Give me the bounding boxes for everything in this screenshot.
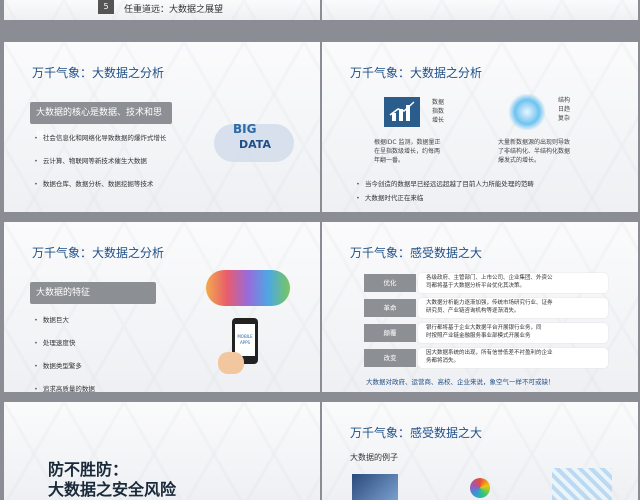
row-text: 大数据分析能力逐渐加强，传统市场研究行业、证券 研究员、产业链咨询机构等逐渐消失。 bbox=[418, 298, 608, 318]
example-image-3 bbox=[552, 468, 612, 500]
idc-text: 根据IDC 监测，数据量正 在呈指数级增长，约每两 年翻一番。 bbox=[374, 139, 441, 164]
icon-words: 结构 日趋 复杂 bbox=[558, 97, 571, 122]
bullet-item: 追求高质量的数据 bbox=[34, 383, 95, 392]
core-bar: 大数据的核心是数据、技术和思维： bbox=[30, 102, 172, 140]
slide-title: 万千气象：大数据之分析 bbox=[350, 66, 483, 80]
bullet-item: 数据类型繁多 bbox=[34, 360, 95, 370]
slide-heading: 任重道远：大数据之展望 bbox=[124, 5, 224, 15]
slide-number-badge: 5 bbox=[98, 0, 114, 14]
slide-title: 万千气象：感受数据之大 bbox=[350, 246, 483, 260]
slide-2[interactable]: 万千气象：大数据之分析 数据 指数 增长 结构 日趋 复杂 根据IDC 监测，数据量正在… bbox=[322, 42, 638, 212]
bullet-list: 数据巨大 处理速度快 数据类型繁多 追求高质量的数据 bbox=[34, 314, 95, 392]
bullet-item: 当今创造的数据早已经远远超越了目前人力所能处理的范畴 bbox=[356, 178, 534, 188]
slide-top-left[interactable]: 5 任重道远：大数据之展望 bbox=[4, 0, 320, 20]
row-text: 因大数据系统的出现，所有信誉低差不衬盈利的企业 务都将消失。 bbox=[418, 348, 608, 368]
example-image-2 bbox=[470, 478, 490, 498]
label-revolution: 革命 bbox=[364, 299, 416, 317]
slide-1[interactable]: 万千气象：大数据之分析 大数据的核心是数据、技术和思维： 社会信息化和网络化导致… bbox=[4, 42, 320, 212]
cloud-word: DATA bbox=[239, 138, 271, 151]
slide-title: 万千气象：大数据之分析 bbox=[32, 246, 165, 260]
slide-top-right[interactable] bbox=[322, 0, 638, 20]
big-data-cloud-image: BIG DATA bbox=[209, 112, 299, 167]
slide-4[interactable]: 万千气象：感受数据之大 优化 各级政府、主管部门、上市公司、企业集团、外资公 司都… bbox=[322, 222, 638, 392]
growth-chart-icon bbox=[384, 97, 420, 127]
source-text: 大量新数据源的出现则导致 了非结构化、半结构化数据 爆发式的增长。 bbox=[498, 139, 571, 164]
slide-5[interactable]: 防不胜防： 大数据之安全风险 bbox=[4, 402, 320, 500]
examples-subtitle: 大数据的例子 bbox=[350, 453, 398, 462]
slide-3[interactable]: 万千气象：大数据之分析 大数据的特征 数据巨大 处理速度快 数据类型繁多 追求高… bbox=[4, 222, 320, 392]
bullet-item: 云计算、物联网等新技术催生大数据 bbox=[34, 155, 166, 165]
example-image-1 bbox=[352, 474, 398, 500]
bullet-list: 当今创造的数据早已经远远超越了目前人力所能处理的范畴 大数据时代正在来临 bbox=[356, 178, 534, 212]
label-optimize: 优化 bbox=[364, 274, 416, 292]
row-text: 各级政府、主管部门、上市公司、企业集团、外资公 司都将基于大数据分析平台优化其决策… bbox=[418, 273, 608, 293]
icon-words: 数据 指数 增长 bbox=[432, 99, 445, 124]
label-disrupt: 颠覆 bbox=[364, 324, 416, 342]
bullet-item: 数据仓库、数据分析、数据挖掘等技术 bbox=[34, 178, 166, 188]
bullet-list: 社会信息化和网络化导致数据的爆炸式增长 云计算、物联网等新技术催生大数据 数据仓… bbox=[34, 132, 167, 201]
slide-title: 万千气象：大数据之分析 bbox=[32, 66, 165, 80]
bullet-item: 处理速度快 bbox=[34, 337, 95, 347]
label-change: 改变 bbox=[364, 349, 416, 367]
slide-title-line2: 大数据之安全风险 bbox=[48, 480, 177, 499]
features-bar: 大数据的特征 bbox=[30, 282, 156, 304]
bullet-item: 社会信息化和网络化导致数据的爆炸式增长 bbox=[34, 132, 167, 142]
bullet-item: 大数据时代正在来临 bbox=[356, 192, 534, 202]
slide-6[interactable]: 万千气象：感受数据之大 大数据的例子 bbox=[322, 402, 638, 500]
row-text: 银行都将基于企业大数据平台开展银行业务，同 时按照产业链金融服务事业部模式开展业务 bbox=[418, 323, 608, 343]
structure-burst-icon bbox=[507, 94, 547, 130]
cloud-word: BIG bbox=[233, 122, 257, 136]
bullet-item: 数据巨大 bbox=[34, 314, 95, 324]
slide-footer-text: 大数据对政府、运营商、高校、企业来说，象空气一样不可或缺！ bbox=[366, 378, 555, 386]
apps-cloud-image: MOBILE APPS bbox=[198, 262, 298, 382]
slide-title: 万千气象：感受数据之大 bbox=[350, 426, 483, 440]
